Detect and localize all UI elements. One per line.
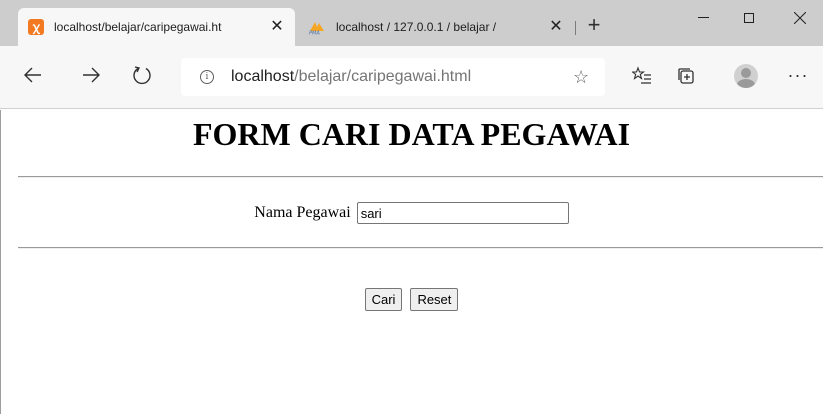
favorites-list-icon[interactable] [630, 66, 653, 88]
info-icon[interactable]: i [200, 70, 214, 84]
add-favorite-icon[interactable]: ☆ [573, 67, 589, 88]
button-row: Cari Reset [0, 288, 823, 311]
back-button[interactable] [22, 64, 48, 90]
nama-pegawai-label: Nama Pegawai [254, 204, 351, 221]
refresh-button[interactable] [131, 64, 157, 90]
refresh-icon [133, 66, 151, 85]
more-menu-icon[interactable]: ··· [787, 66, 809, 88]
phpmyadmin-icon: PMA [308, 19, 326, 37]
page-title: FORM CARI DATA PEGAWAI [192, 116, 631, 152]
nama-pegawai-input[interactable] [356, 202, 569, 224]
search-form-row: Nama Pegawai [0, 202, 823, 224]
svg-text:PMA: PMA [309, 31, 320, 36]
xampp-icon: ꭓ [28, 19, 44, 35]
tab-separator [575, 21, 576, 35]
address-bar[interactable]: i localhost/belajar/caripegawai.html ☆ [181, 58, 605, 96]
tab-title: localhost / 127.0.0.1 / belajar / [336, 20, 497, 34]
profile-avatar[interactable] [734, 64, 758, 88]
divider [18, 247, 823, 249]
arrow-left-icon [24, 67, 41, 83]
page-content: FORM CARI DATA PEGAWAI Nama Pegawai Cari… [0, 110, 823, 414]
collections-icon[interactable] [675, 66, 697, 88]
tab-caripegawai[interactable]: ꭓ localhost/belajar/caripegawai.ht ✕ [18, 8, 295, 46]
tab-phpmyadmin[interactable]: PMA localhost / 127.0.0.1 / belajar / ✕ [298, 8, 574, 46]
arrow-right-icon [83, 67, 100, 83]
close-tab-icon[interactable]: ✕ [548, 19, 564, 35]
cari-button[interactable]: Cari [364, 288, 403, 311]
forward-button[interactable] [80, 64, 106, 90]
close-window-button[interactable] [777, 0, 823, 40]
tab-strip: ꭓ localhost/belajar/caripegawai.ht ✕ PMA… [0, 0, 823, 46]
browser-toolbar: i localhost/belajar/caripegawai.html ☆ ·… [0, 46, 823, 109]
reset-button[interactable]: Reset [410, 288, 459, 311]
close-tab-icon[interactable]: ✕ [269, 19, 285, 35]
minimize-button[interactable] [681, 0, 727, 40]
maximize-button[interactable] [727, 0, 773, 40]
divider [18, 176, 823, 178]
new-tab-button[interactable]: + [584, 14, 604, 36]
url-text[interactable]: localhost/belajar/caripegawai.html [231, 68, 471, 86]
tab-title: localhost/belajar/caripegawai.ht [54, 20, 222, 34]
